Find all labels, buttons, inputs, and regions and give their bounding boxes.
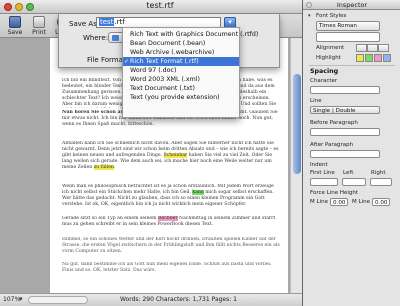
- inspector-title: Inspector: [303, 0, 400, 10]
- format-option-label: Bean Document (.bean): [130, 40, 206, 47]
- minimize-icon[interactable]: [15, 3, 23, 11]
- alignment-label: Alignment: [316, 45, 345, 51]
- left-indent-label: Left: [343, 170, 354, 176]
- highlight-yellow-swatch[interactable]: [356, 54, 364, 62]
- close-icon[interactable]: [306, 2, 312, 8]
- check-icon: ✓: [124, 58, 130, 65]
- where-label: Where:: [83, 34, 109, 42]
- first-line-label: First Line: [310, 170, 335, 176]
- highlight-pink-swatch[interactable]: [374, 54, 382, 62]
- font-styles-label: Font Styles: [316, 13, 347, 19]
- status-bar: 107% ▾ Words: 290 Characters: 1,731 Page…: [0, 293, 302, 306]
- line-label: Line: [310, 98, 322, 104]
- title-bar[interactable]: test.rtf: [0, 0, 302, 14]
- font-size-field[interactable]: [316, 32, 380, 42]
- line-spacing-popup[interactable]: Single | Double: [310, 106, 380, 114]
- after-paragraph-label: After Paragraph: [310, 142, 354, 148]
- print-button[interactable]: Print: [28, 15, 50, 37]
- word-count: Words: 290 Characters: 1,731 Pages: 1: [120, 296, 237, 303]
- filename-extension: .rtf: [114, 18, 125, 26]
- format-option-label: Text Document (.txt): [130, 85, 195, 92]
- highlight-yellow: Scheinbar: [163, 153, 188, 159]
- horizontal-scrollbar[interactable]: [28, 296, 88, 304]
- highlight-pink: Rechner: [157, 216, 178, 221]
- min-line-field[interactable]: 0.00: [330, 198, 348, 206]
- highlight-green: kann: [192, 190, 204, 196]
- save-icon: [9, 16, 21, 28]
- highlight-green-swatch[interactable]: [365, 54, 373, 62]
- filename-selection: test: [99, 18, 115, 26]
- paragraph-5: Gerade sitzt so ein Typ an einem seinem …: [62, 216, 282, 235]
- zoom-chevron-icon[interactable]: ▾: [19, 295, 23, 303]
- save-button[interactable]: Save: [4, 15, 26, 37]
- force-line-height-label: Force Line Height: [310, 190, 359, 196]
- format-option-label: Word 2003 XML (.xml): [130, 76, 200, 83]
- align-center-button[interactable]: [367, 44, 378, 52]
- format-option-label: Web Archive (.webarchive): [130, 49, 215, 56]
- format-option-rtf[interactable]: ✓ Rich Text Format (.rtf): [123, 57, 239, 66]
- vertical-scrollbar[interactable]: [290, 38, 302, 293]
- paragraph-5-text-a: Gerade sitzt so ein Typ an einem seinem: [62, 216, 157, 221]
- font-family-popup[interactable]: Times Roman: [316, 21, 380, 31]
- scroll-thumb[interactable]: [293, 74, 301, 174]
- first-line-field[interactable]: [310, 178, 338, 186]
- character-spacing-field[interactable]: [310, 86, 380, 94]
- align-right-button[interactable]: [378, 44, 389, 52]
- zoom-level[interactable]: 107%: [3, 296, 20, 303]
- format-option-webarchive[interactable]: Web Archive (.webarchive): [123, 48, 239, 57]
- window-title: test.rtf: [146, 1, 174, 10]
- disclosure-triangle-icon[interactable]: ▾: [308, 13, 311, 19]
- paragraph-7-text: Na gut, dann bestimme ich als Gott nun m…: [62, 262, 272, 274]
- paragraph-6: Himmel, so ein schönes Wetter und der Ke…: [62, 237, 282, 256]
- highlight-yellow-2: zu füllen: [93, 165, 114, 171]
- indent-label: Indent: [310, 162, 328, 168]
- min-line-label: M Line: [310, 199, 328, 205]
- spacing-heading: Spacing: [310, 68, 339, 75]
- paragraph-4: Wenn man es philosophisch betrachtet ist…: [62, 184, 282, 215]
- format-option-rtfd[interactable]: Rich Text with Graphics Document (.rtfd): [123, 30, 258, 39]
- format-option-label: Rich Text with Graphics Document (.rtfd): [130, 31, 259, 38]
- align-left-button[interactable]: [356, 44, 367, 52]
- file-format-menu[interactable]: Rich Text with Graphics Document (.rtfd)…: [122, 27, 258, 118]
- divider: [309, 65, 395, 66]
- character-label: Character: [310, 78, 338, 84]
- after-paragraph-field[interactable]: [310, 150, 380, 158]
- highlight-blue-swatch[interactable]: [383, 54, 391, 62]
- right-indent-label: Right: [371, 170, 386, 176]
- paragraph-6-text: Himmel, so ein schönes Wetter und der Ke…: [62, 237, 280, 255]
- paragraph-7: Na gut, dann bestimme ich als Gott nun m…: [62, 262, 282, 281]
- before-paragraph-label: Before Paragraph: [310, 120, 358, 126]
- print-icon: [33, 16, 45, 28]
- format-option-bean[interactable]: Bean Document (.bean): [123, 39, 239, 48]
- before-paragraph-field[interactable]: [310, 128, 380, 136]
- format-option-label: Word 97 (.doc): [130, 67, 177, 74]
- right-indent-field[interactable]: [370, 178, 392, 186]
- format-option-xml[interactable]: Word 2003 XML (.xml): [123, 75, 239, 84]
- file-format-label: File Format: [87, 56, 126, 64]
- max-line-label: M Line: [352, 199, 370, 205]
- format-option-doc[interactable]: Word 97 (.doc): [123, 66, 239, 75]
- format-option-custom[interactable]: Text (you provide extension): [123, 93, 239, 102]
- max-line-field[interactable]: 0.00: [372, 198, 390, 206]
- paragraph-3: Abhalten kann ich Sie schließlich nicht …: [62, 141, 279, 171]
- format-option-label: Text (you provide extension): [130, 94, 220, 101]
- inspector-panel: Inspector ▾ Font Styles Times Roman Alig…: [302, 0, 400, 306]
- folder-icon: [112, 35, 119, 41]
- format-option-txt[interactable]: Text Document (.txt): [123, 84, 239, 93]
- left-indent-field[interactable]: [342, 178, 366, 186]
- save-as-label: Save As:: [69, 20, 100, 28]
- zoom-icon[interactable]: [26, 3, 34, 11]
- close-icon[interactable]: [4, 3, 12, 11]
- format-option-label: Rich Text Format (.rtf): [130, 58, 199, 65]
- highlight-label: Highlight: [316, 55, 341, 61]
